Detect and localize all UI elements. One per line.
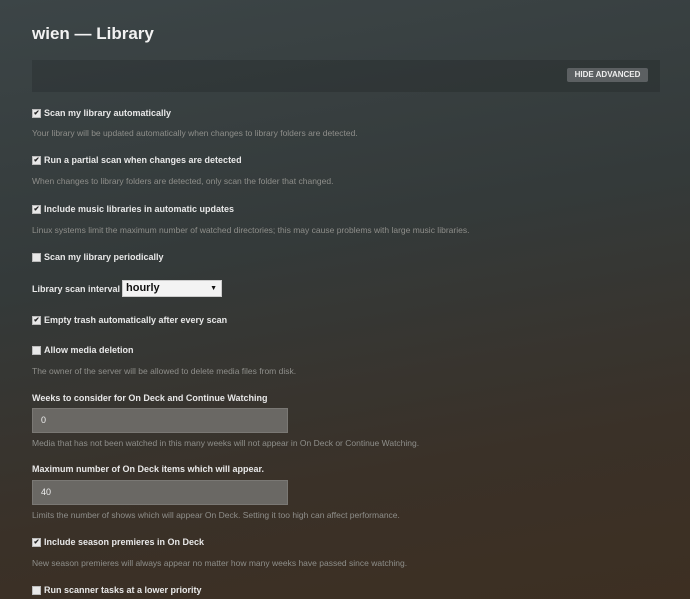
label: Empty trash automatically after every sc… xyxy=(44,315,228,325)
max-items-label: Maximum number of On Deck items which wi… xyxy=(32,464,265,474)
scan-interval-select[interactable]: hourly ▼ xyxy=(122,280,222,297)
label: Run scanner tasks at a lower priority xyxy=(44,585,202,595)
label: Include season premieres in On Deck xyxy=(44,537,205,547)
checkbox-checked-icon[interactable]: ✔ xyxy=(32,537,41,547)
low-priority-checkbox[interactable]: Run scanner tasks at a lower priority xyxy=(32,585,202,595)
season-premieres-checkbox[interactable]: ✔ Include season premieres in On Deck xyxy=(32,537,204,547)
label: Scan my library periodically xyxy=(44,252,164,262)
description: New season premieres will always appear … xyxy=(32,558,408,568)
description: Media that has not been watched in this … xyxy=(32,438,420,448)
description: The owner of the server will be allowed … xyxy=(32,366,297,376)
partial-scan-checkbox[interactable]: ✔ Run a partial scan when changes are det… xyxy=(32,155,242,165)
label: Run a partial scan when changes are dete… xyxy=(44,155,242,165)
checkbox-checked-icon[interactable]: ✔ xyxy=(32,108,41,118)
hide-advanced-button[interactable]: HIDE ADVANCED xyxy=(567,68,648,82)
selected-value: hourly xyxy=(126,282,160,294)
scan-periodically-checkbox[interactable]: Scan my library periodically xyxy=(32,252,164,262)
page-title: wien — Library xyxy=(32,24,154,43)
allow-deletion-checkbox[interactable]: Allow media deletion xyxy=(32,345,134,355)
description: Your library will be updated automatical… xyxy=(32,128,358,138)
weeks-label: Weeks to consider for On Deck and Contin… xyxy=(32,393,268,403)
checkbox-unchecked-icon[interactable] xyxy=(32,585,41,595)
dropdown-arrow-icon: ▼ xyxy=(210,285,217,292)
max-items-input[interactable]: 40 xyxy=(32,480,288,505)
weeks-input[interactable]: 0 xyxy=(32,408,288,433)
description: Limits the number of shows which will ap… xyxy=(32,510,400,520)
checkbox-unchecked-icon[interactable] xyxy=(32,252,41,262)
label: Scan my library automatically xyxy=(44,108,172,118)
empty-trash-checkbox[interactable]: ✔ Empty trash automatically after every s… xyxy=(32,315,227,325)
label: Include music libraries in automatic upd… xyxy=(44,204,235,214)
include-music-checkbox[interactable]: ✔ Include music libraries in automatic up… xyxy=(32,204,234,214)
checkbox-checked-icon[interactable]: ✔ xyxy=(32,155,41,165)
scan-interval-label: Library scan interval xyxy=(32,284,121,294)
checkbox-unchecked-icon[interactable] xyxy=(32,345,41,355)
checkbox-checked-icon[interactable]: ✔ xyxy=(32,315,41,325)
description: Linux systems limit the maximum number o… xyxy=(32,225,470,235)
label: Allow media deletion xyxy=(44,345,134,355)
checkbox-checked-icon[interactable]: ✔ xyxy=(32,204,41,214)
toolbar: HIDE ADVANCED xyxy=(32,60,660,92)
description: When changes to library folders are dete… xyxy=(32,176,334,186)
scan-automatically-checkbox[interactable]: ✔ Scan my library automatically xyxy=(32,108,171,118)
